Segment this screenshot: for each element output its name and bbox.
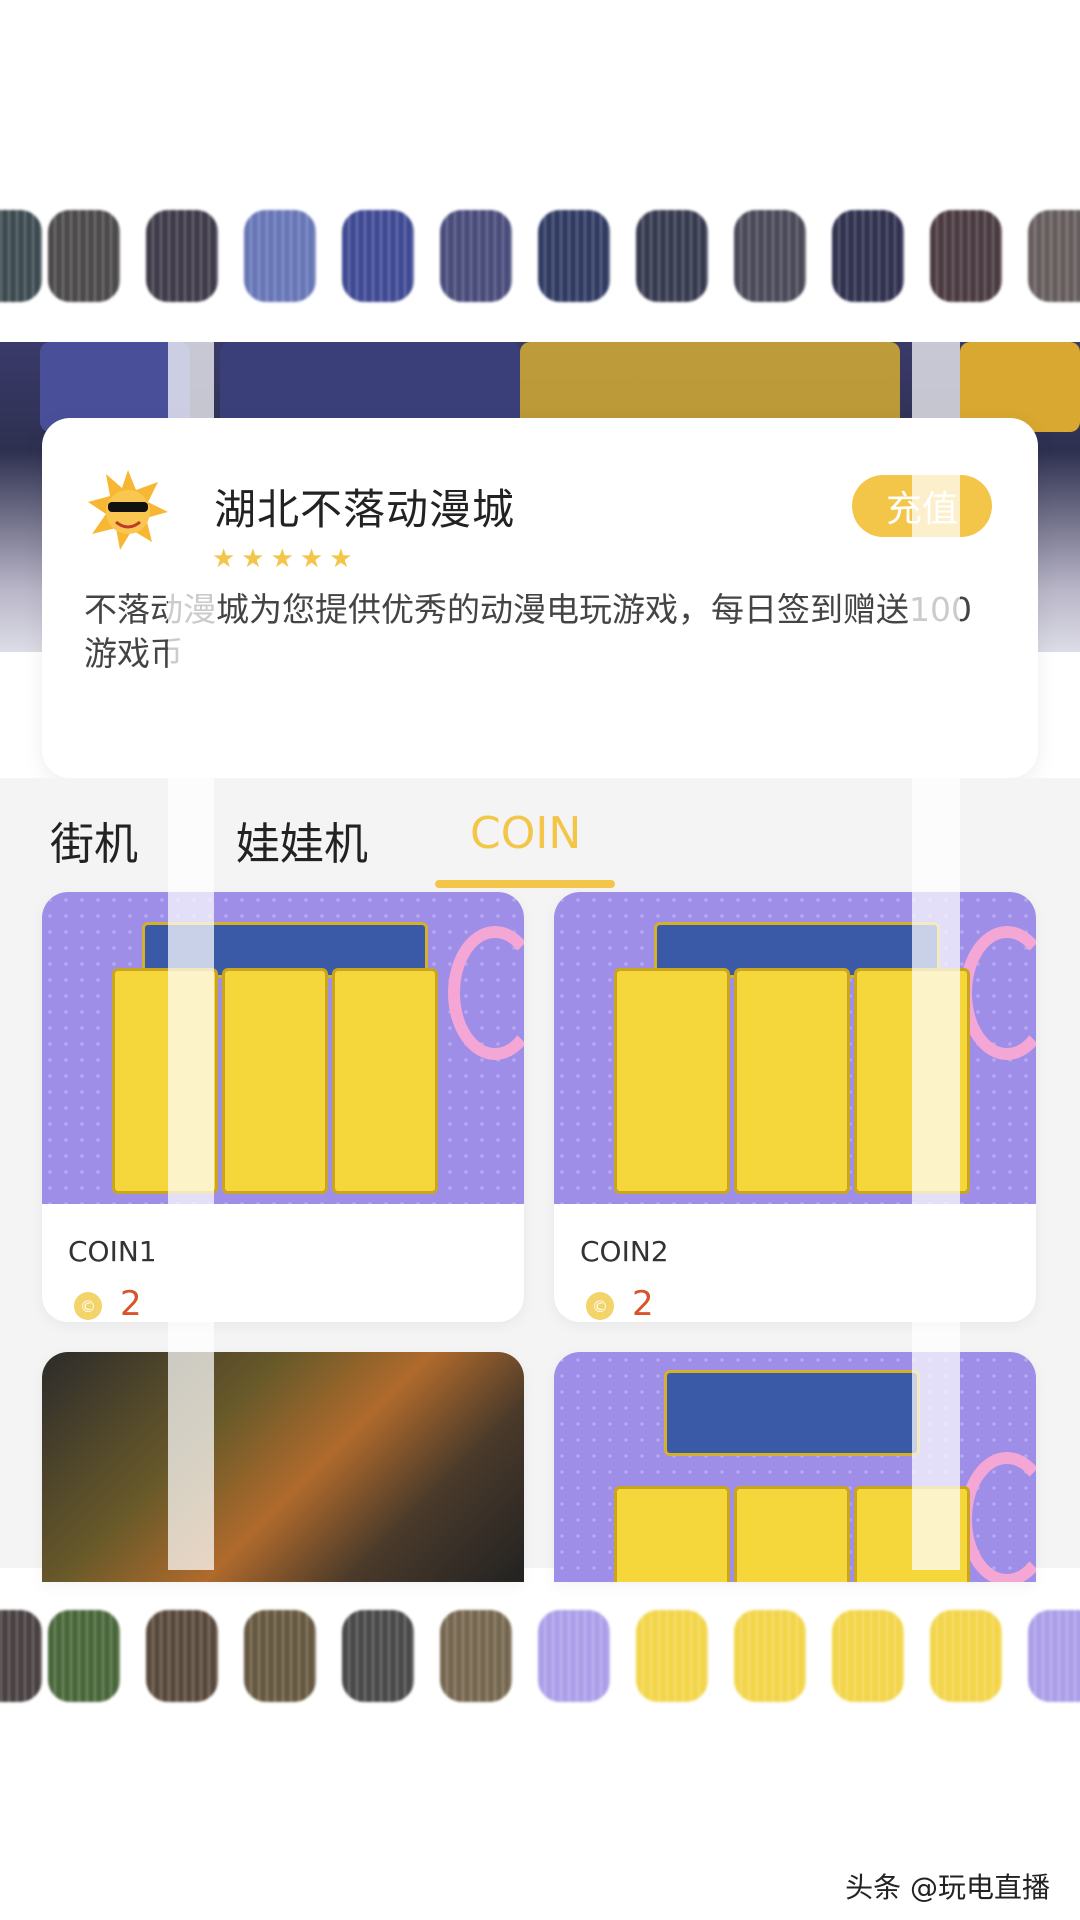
product-name: COIN1 [68, 1235, 157, 1268]
thumbnail [930, 1610, 1002, 1702]
coin-icon: © [586, 1292, 614, 1320]
thumbnail [930, 210, 1002, 302]
tab-coin[interactable]: COIN [470, 808, 581, 859]
thumbnail [734, 210, 806, 302]
bottom-thumbnail-strip [0, 1610, 1080, 1730]
product-card[interactable] [554, 1352, 1036, 1582]
thumbnail [0, 1610, 42, 1702]
product-name: COIN2 [580, 1235, 669, 1268]
thumbnail [538, 210, 610, 302]
thumbnail [636, 210, 708, 302]
thumbnail [146, 1610, 218, 1702]
product-image [554, 1352, 1036, 1582]
product-price: 2 [632, 1284, 654, 1322]
thumbnail [734, 1610, 806, 1702]
thumbnail [832, 210, 904, 302]
tab-arcade[interactable]: 街机 [50, 808, 138, 872]
overlay-band [168, 330, 214, 1570]
thumbnail [636, 1610, 708, 1702]
thumbnail [440, 1610, 512, 1702]
thumbnail [832, 1610, 904, 1702]
shop-name: 湖北不落动漫城 [214, 485, 516, 534]
tab-claw-machine[interactable]: 娃娃机 [236, 808, 368, 872]
thumbnail [342, 1610, 414, 1702]
product-image [42, 1352, 524, 1582]
watermark-text: 头条 @玩电直播 [845, 1871, 1050, 1904]
shop-description: 不落动漫城为您提供优秀的动漫电玩游戏，每日签到赠送100游戏币 [84, 590, 972, 673]
product-card-coin2[interactable]: COIN2 © 2 [554, 892, 1036, 1322]
overlay-band [912, 330, 960, 1570]
thumbnail [342, 210, 414, 302]
top-thumbnail-strip [0, 210, 1080, 330]
coin-icon: © [74, 1292, 102, 1320]
product-image [554, 892, 1036, 1204]
active-tab-indicator [435, 880, 615, 888]
thumbnail [244, 210, 316, 302]
thumbnail [244, 1610, 316, 1702]
product-card[interactable] [42, 1352, 524, 1582]
product-card-coin1[interactable]: COIN1 © 2 [42, 892, 524, 1322]
thumbnail [48, 1610, 120, 1702]
product-image [42, 892, 524, 1204]
thumbnail [1028, 1610, 1080, 1702]
thumbnail [538, 1610, 610, 1702]
thumbnail [1028, 210, 1080, 302]
rating-stars: ★★★★★ [212, 544, 359, 574]
thumbnail [440, 210, 512, 302]
sun-mascot-icon [88, 470, 168, 550]
thumbnail [48, 210, 120, 302]
thumbnail [146, 210, 218, 302]
thumbnail [0, 210, 42, 302]
product-price: 2 [120, 1284, 142, 1322]
